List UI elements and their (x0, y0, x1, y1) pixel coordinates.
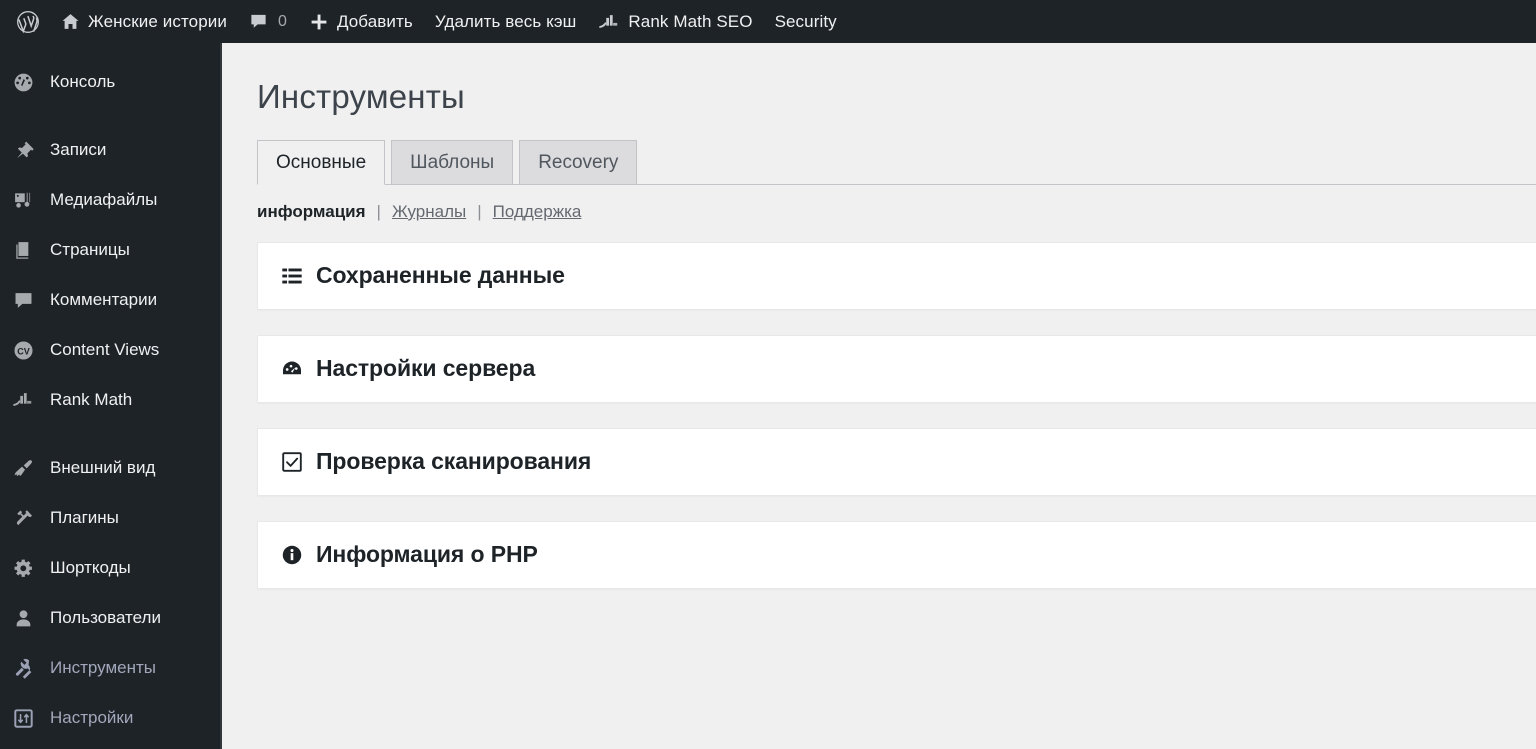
sidebar-item-settings[interactable]: Настройки (0, 693, 222, 743)
gauge-icon (279, 358, 305, 380)
adminbar-site-name-label: Женские истории (88, 11, 227, 31)
adminbar-item-site-name[interactable]: Женские истории (50, 0, 238, 43)
sidebar-item-posts[interactable]: Записи (0, 125, 222, 175)
sidebar-label-comments: Комментарии (50, 290, 158, 309)
settings-icon (8, 708, 38, 729)
comment-icon (8, 290, 38, 311)
tab-shablony[interactable]: Шаблоны (391, 139, 514, 185)
sidebar-item-shortcodes[interactable]: Шорткоды (0, 543, 222, 593)
sidebar-item-media[interactable]: Медиафайлы (0, 175, 222, 225)
admin-sidebar-menu: Консоль Записи Медиафайлы Страницы Комме… (0, 43, 222, 749)
wordpress-logo-menu[interactable] (4, 0, 50, 43)
sidebar-label-users: Пользователи (50, 608, 161, 627)
accordion-panel-list: Сохраненные данные Настройки сервера Про… (224, 241, 1536, 589)
content-views-icon: CV (8, 340, 38, 361)
tab-bar: Основные Шаблоны Recovery (257, 138, 1536, 185)
svg-text:CV: CV (17, 346, 30, 356)
sidebar-label-plugins: Плагины (50, 508, 119, 527)
plus-icon (309, 12, 329, 32)
adminbar-new-content-label: Добавить (336, 11, 413, 31)
sidebar-item-dashboard[interactable]: Консоль (0, 57, 222, 107)
home-icon (61, 12, 80, 31)
sidebar-item-content-views[interactable]: CV Content Views (0, 325, 222, 375)
comment-icon (249, 12, 268, 31)
dashboard-icon (8, 72, 38, 93)
adminbar-item-new-content[interactable]: Добавить (298, 0, 424, 43)
panel-title-server-settings: Настройки сервера (316, 355, 536, 382)
tab-recovery[interactable]: Recovery (519, 139, 638, 185)
adminbar-security-label: Security (774, 11, 837, 31)
sidebar-label-rank-math: Rank Math (50, 390, 133, 409)
checkbox-icon (279, 451, 305, 473)
wrench-icon (8, 658, 38, 679)
tab-osnovnye[interactable]: Основные (257, 139, 386, 185)
main-content: Инструменты Основные Шаблоны Recovery ин… (224, 43, 1536, 749)
plugins-icon (8, 508, 38, 529)
panel-title-scan-check: Проверка сканирования (316, 448, 592, 475)
rank-math-icon (598, 12, 620, 32)
subnav-separator-1: | (376, 201, 381, 221)
sidebar-item-tools[interactable]: Инструменты (0, 643, 222, 693)
panel-saved-data[interactable]: Сохраненные данные (257, 241, 1536, 310)
list-view-icon (279, 265, 305, 287)
gear-icon (8, 558, 38, 579)
pages-icon (8, 240, 38, 261)
adminbar-purge-cache-label: Удалить весь кэш (434, 11, 577, 31)
subnav-link-zhurnaly[interactable]: Журналы (392, 202, 466, 222)
adminbar-item-security[interactable]: Security (764, 0, 848, 43)
sidebar-label-content-views: Content Views (50, 340, 160, 359)
info-icon (279, 544, 305, 566)
sidebar-label-settings: Настройки (50, 708, 134, 727)
sidebar-item-appearance[interactable]: Внешний вид (0, 443, 222, 493)
sidebar-separator-1 (0, 107, 222, 125)
adminbar-comment-count: 0 (277, 12, 287, 30)
panel-php-info[interactable]: Информация о PHP (257, 520, 1536, 589)
sidebar-item-comments[interactable]: Комментарии (0, 275, 222, 325)
panel-scan-check[interactable]: Проверка сканирования (257, 427, 1536, 496)
appearance-icon (8, 458, 38, 479)
sidebar-item-rank-math[interactable]: Rank Math (0, 375, 222, 425)
panel-title-saved-data: Сохраненные данные (316, 262, 565, 289)
subnav-current-informaciya: информация (257, 201, 366, 221)
sidebar-label-media: Медиафайлы (50, 190, 158, 209)
sidebar-label-dashboard: Консоль (50, 72, 116, 91)
panel-server-settings[interactable]: Настройки сервера (257, 334, 1536, 403)
panel-title-php-info: Информация о PHP (316, 541, 538, 568)
media-icon (8, 190, 38, 211)
sidebar-item-plugins[interactable]: Плагины (0, 493, 222, 543)
page-title: Инструменты (257, 78, 465, 115)
wordpress-logo-icon (16, 10, 40, 34)
sidebar-label-posts: Записи (50, 140, 107, 159)
admin-bar: Женские истории 0 Добавить Удалить весь … (0, 0, 1536, 43)
subnav-separator-2: | (477, 201, 482, 221)
pin-icon (8, 140, 38, 161)
adminbar-item-rank-math-seo[interactable]: Rank Math SEO (587, 0, 763, 43)
sidebar-label-appearance: Внешний вид (50, 458, 156, 477)
subnav-link-podderzhka[interactable]: Поддержка (493, 202, 582, 222)
adminbar-rank-math-label: Rank Math SEO (628, 11, 753, 31)
sidebar-label-tools: Инструменты (50, 658, 157, 677)
adminbar-item-purge-cache[interactable]: Удалить весь кэш (424, 0, 588, 43)
rank-math-icon (8, 390, 38, 410)
sub-navigation: информация | Журналы | Поддержка (257, 202, 1536, 222)
sidebar-label-shortcodes: Шорткоды (50, 558, 131, 577)
sidebar-item-pages[interactable]: Страницы (0, 225, 222, 275)
sidebar-label-pages: Страницы (50, 240, 130, 259)
adminbar-item-comments[interactable]: 0 (238, 0, 298, 43)
users-icon (8, 608, 38, 629)
sidebar-item-users[interactable]: Пользователи (0, 593, 222, 643)
sidebar-separator-2 (0, 425, 222, 443)
